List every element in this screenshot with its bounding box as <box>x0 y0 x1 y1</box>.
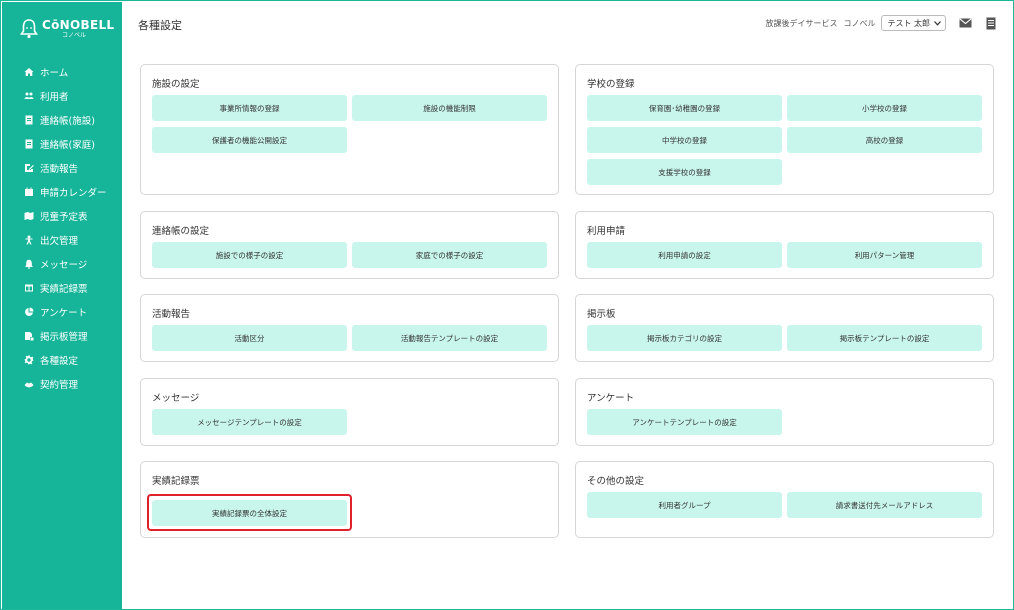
sidebar-item-label: 契約管理 <box>40 380 79 391</box>
sidebar-item-label: アンケート <box>40 308 88 319</box>
sidebar-item-activity[interactable]: 活動報告 <box>2 156 122 180</box>
gear-icon <box>24 355 34 365</box>
app-frame: CōNOBELL コノベル ホーム 利用者 連絡帳(施設) 連絡帳(家庭) 活動… <box>0 0 1014 610</box>
activity-category-button[interactable]: 活動区分 <box>152 325 347 351</box>
card-message: メッセージ メッセージテンプレートの設定 <box>140 378 559 446</box>
user-name: テスト 太郎 <box>887 18 930 28</box>
card-contact-settings: 連絡帳の設定 施設での様子の設定 家庭での様子の設定 <box>140 211 559 279</box>
home-icon <box>24 67 34 77</box>
sidebar-item-record[interactable]: 実績記録票 <box>2 276 122 300</box>
card-school-registration: 学校の登録 保育園･幼稚園の登録 小学校の登録 中学校の登録 高校の登録 支援学… <box>575 64 994 195</box>
mail-icon[interactable] <box>958 16 972 30</box>
calendar-icon <box>24 187 34 197</box>
chevron-down-icon <box>934 19 941 28</box>
page-title: 各種設定 <box>138 19 182 32</box>
sidebar-item-board[interactable]: 掲示板管理 <box>2 324 122 348</box>
contact-book-icon <box>24 139 34 149</box>
facility-name: コノベル <box>843 18 876 28</box>
user-group-button[interactable]: 利用者グループ <box>587 492 782 518</box>
sidebar-item-label: 各種設定 <box>40 356 79 367</box>
card-title: メッセージ <box>152 393 200 404</box>
person-icon <box>24 235 34 245</box>
bell-icon <box>24 259 34 269</box>
sidebar-item-calendar[interactable]: 申請カレンダー <box>2 180 122 204</box>
sidebar-item-contact-facility[interactable]: 連絡帳(施設) <box>2 108 122 132</box>
header: 各種設定 放課後デイサービス コノベル テスト 太郎 <box>122 2 1013 42</box>
sidebar: CōNOBELL コノベル ホーム 利用者 連絡帳(施設) 連絡帳(家庭) 活動… <box>2 2 122 609</box>
app-logo[interactable]: CōNOBELL コノベル <box>20 14 120 44</box>
sidebar-item-contract[interactable]: 契約管理 <box>2 372 122 396</box>
home-status-setting-button[interactable]: 家庭での様子の設定 <box>352 242 547 268</box>
sidebar-item-label: 児童予定表 <box>40 212 88 223</box>
sidebar-item-label: 掲示板管理 <box>40 332 88 343</box>
board-icon <box>24 331 34 341</box>
service-name: 放課後デイサービス <box>765 18 838 28</box>
card-usage-application: 利用申請 利用申請の設定 利用パターン管理 <box>575 211 994 279</box>
survey-template-button[interactable]: アンケートテンプレートの設定 <box>587 409 782 435</box>
card-title: 施設の設定 <box>152 79 200 90</box>
invoice-email-button[interactable]: 請求書送付先メールアドレス <box>787 492 982 518</box>
special-school-register-button[interactable]: 支援学校の登録 <box>587 159 782 185</box>
card-facility-settings: 施設の設定 事業所情報の登録 施設の機能制限 保護者の機能公開設定 <box>140 64 559 195</box>
contact-book-icon <box>24 115 34 125</box>
elementary-register-button[interactable]: 小学校の登録 <box>787 95 982 121</box>
sidebar-item-label: 実績記録票 <box>40 284 88 295</box>
table-icon <box>24 283 34 293</box>
sidebar-item-message[interactable]: メッセージ <box>2 252 122 276</box>
card-other-settings: その他の設定 利用者グループ 請求書送付先メールアドレス <box>575 461 994 538</box>
sidebar-item-users[interactable]: 利用者 <box>2 84 122 108</box>
activity-template-button[interactable]: 活動報告テンプレートの設定 <box>352 325 547 351</box>
sidebar-nav: ホーム 利用者 連絡帳(施設) 連絡帳(家庭) 活動報告 申請カレンダー 児童予… <box>2 60 122 396</box>
sidebar-item-settings[interactable]: 各種設定 <box>2 348 122 372</box>
header-right: 放課後デイサービス コノベル テスト 太郎 <box>765 15 998 31</box>
card-title: 利用申請 <box>587 226 626 237</box>
sidebar-item-label: 連絡帳(施設) <box>40 116 95 127</box>
card-title: その他の設定 <box>587 476 645 487</box>
sidebar-item-label: 連絡帳(家庭) <box>40 140 95 151</box>
user-dropdown[interactable]: テスト 太郎 <box>881 15 946 31</box>
logo-subtitle: コノベル <box>62 32 87 39</box>
edit-icon <box>24 163 34 173</box>
sidebar-item-label: メッセージ <box>40 260 88 271</box>
pie-icon <box>24 307 34 317</box>
card-survey: アンケート アンケートテンプレートの設定 <box>575 378 994 446</box>
junior-high-register-button[interactable]: 中学校の登録 <box>587 127 782 153</box>
usage-application-setting-button[interactable]: 利用申請の設定 <box>587 242 782 268</box>
card-title: アンケート <box>587 393 635 404</box>
nursery-register-button[interactable]: 保育園･幼稚園の登録 <box>587 95 782 121</box>
board-template-button[interactable]: 掲示板テンプレートの設定 <box>787 325 982 351</box>
high-school-register-button[interactable]: 高校の登録 <box>787 127 982 153</box>
sidebar-item-survey[interactable]: アンケート <box>2 300 122 324</box>
guardian-feature-button[interactable]: 保護者の機能公開設定 <box>152 127 347 153</box>
card-bulletin-board: 掲示板 掲示板カテゴリの設定 掲示板テンプレートの設定 <box>575 294 994 362</box>
handshake-icon <box>24 379 34 389</box>
map-icon <box>24 211 34 221</box>
facility-restriction-button[interactable]: 施設の機能制限 <box>352 95 547 121</box>
sidebar-item-label: 利用者 <box>40 92 69 103</box>
usage-pattern-button[interactable]: 利用パターン管理 <box>787 242 982 268</box>
sidebar-item-home[interactable]: ホーム <box>2 60 122 84</box>
sidebar-item-label: ホーム <box>40 68 69 79</box>
sidebar-item-attendance[interactable]: 出欠管理 <box>2 228 122 252</box>
sidebar-item-label: 活動報告 <box>40 164 79 175</box>
facility-info-button[interactable]: 事業所情報の登録 <box>152 95 347 121</box>
board-category-button[interactable]: 掲示板カテゴリの設定 <box>587 325 782 351</box>
card-title: 掲示板 <box>587 309 616 320</box>
sidebar-item-contact-home[interactable]: 連絡帳(家庭) <box>2 132 122 156</box>
card-activity-report: 活動報告 活動区分 活動報告テンプレートの設定 <box>140 294 559 362</box>
card-title: 連絡帳の設定 <box>152 226 210 237</box>
sidebar-item-schedule[interactable]: 児童予定表 <box>2 204 122 228</box>
card-title: 学校の登録 <box>587 79 635 90</box>
sidebar-item-label: 出欠管理 <box>40 236 79 247</box>
sidebar-item-label: 申請カレンダー <box>40 188 107 199</box>
card-title: 活動報告 <box>152 309 191 320</box>
logo-title: CōNOBELL <box>42 18 115 32</box>
facility-status-setting-button[interactable]: 施設での様子の設定 <box>152 242 347 268</box>
highlight-box <box>147 494 352 531</box>
card-title: 実績記録票 <box>152 476 200 487</box>
bell-logo-icon <box>20 18 38 40</box>
users-icon <box>24 91 34 101</box>
message-template-button[interactable]: メッセージテンプレートの設定 <box>152 409 347 435</box>
document-icon[interactable] <box>984 16 998 30</box>
